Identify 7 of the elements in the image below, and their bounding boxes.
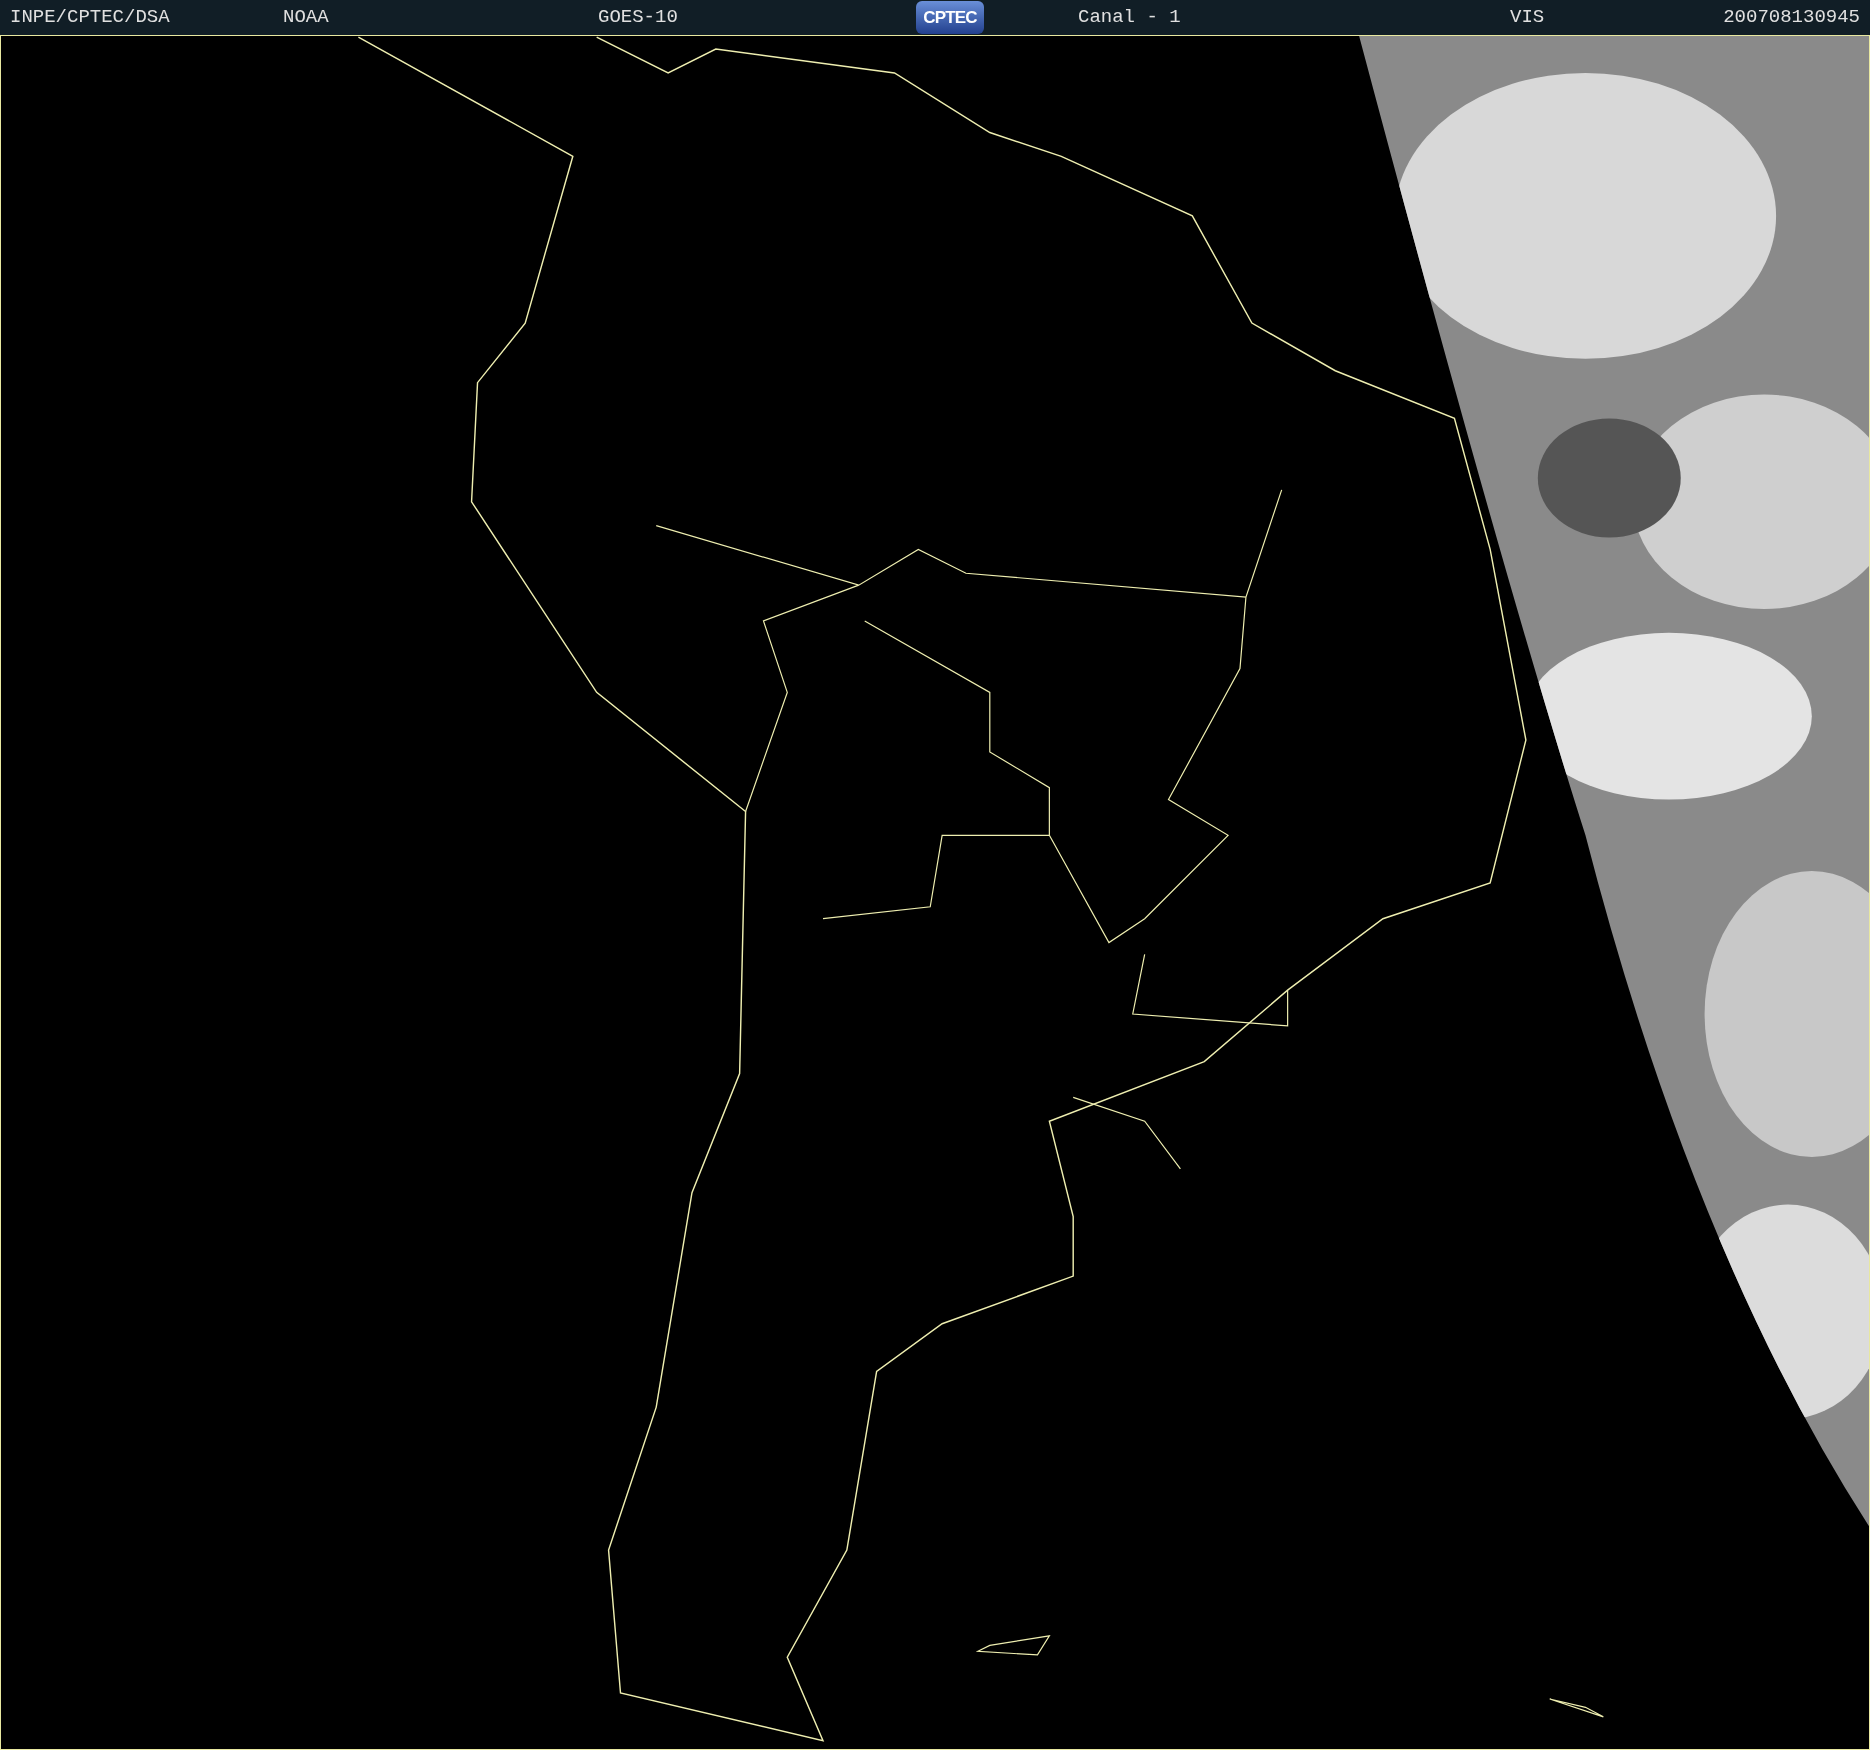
agency-label: NOAA (283, 6, 329, 29)
source-label: INPE/CPTEC/DSA (10, 6, 170, 29)
channel-label: Canal - 1 (1078, 6, 1181, 29)
timestamp-label: 200708130945 (1723, 6, 1860, 29)
satellite-label: GOES-10 (598, 6, 678, 29)
logo: CPTEC (916, 1, 984, 34)
band-label: VIS (1510, 6, 1545, 29)
